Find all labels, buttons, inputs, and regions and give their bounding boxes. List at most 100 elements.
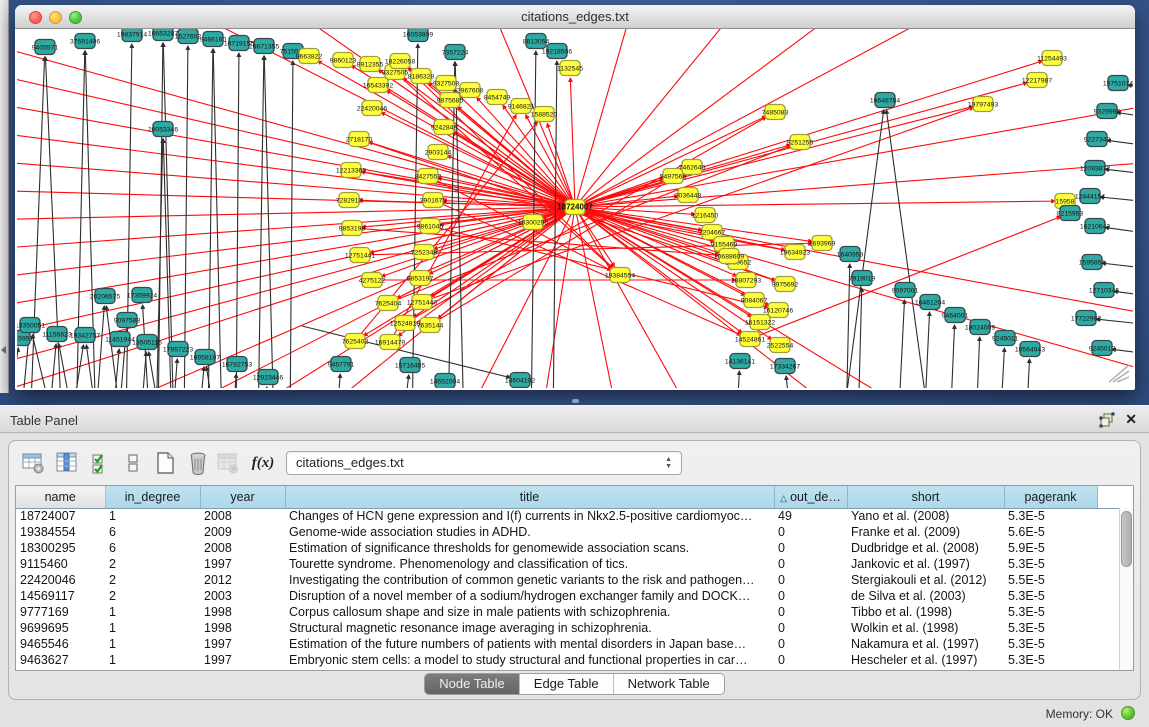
graph-node[interactable]: 9975692 — [772, 277, 799, 292]
graph-node[interactable]: 7919019 — [849, 271, 876, 286]
graph-node[interactable]: 9875685 — [437, 93, 464, 108]
float-panel-icon[interactable] — [1099, 412, 1115, 428]
graph-node[interactable]: 9097588 — [114, 313, 141, 328]
table-row[interactable]: 946554611997Estimation of the future num… — [16, 636, 1133, 652]
graph-node[interactable]: 1693969 — [809, 236, 836, 251]
column-header-name[interactable]: name — [16, 486, 105, 508]
column-header-short[interactable]: short — [847, 486, 1004, 508]
close-panel-icon[interactable]: ✕ — [1125, 411, 1137, 428]
graph-node[interactable]: 20206575 — [90, 289, 120, 304]
graph-node[interactable]: 1595854 — [1079, 255, 1106, 270]
tab-edge-table[interactable]: Edge Table — [520, 674, 614, 694]
graph-node[interactable]: 8813054 — [523, 34, 550, 49]
graph-node[interactable]: 15716485 — [395, 358, 425, 373]
graph-node[interactable]: 19797493 — [968, 97, 998, 112]
table-row[interactable]: 1830029562008Estimation of significance … — [16, 540, 1133, 556]
column-header-in_degree[interactable]: in_degree — [105, 486, 200, 508]
vertical-scrollbar[interactable] — [1119, 508, 1133, 670]
new-file-button[interactable] — [151, 449, 179, 477]
graph-node[interactable]: 2036448 — [675, 188, 702, 203]
graph-node[interactable]: 3901675 — [420, 193, 447, 208]
graph-node[interactable]: 9327508 — [433, 76, 460, 91]
graph-node[interactable]: 12217987 — [1022, 73, 1052, 88]
collapsed-control-panel-strip[interactable] — [0, 0, 9, 393]
graph-node[interactable]: 8186328 — [408, 69, 435, 84]
expand-panel-arrow-icon[interactable] — [1, 346, 6, 354]
network-table-dropdown[interactable]: citations_edges.txt ▲▼ — [286, 451, 682, 475]
graph-node[interactable]: 9146821 — [508, 99, 535, 114]
graph-node[interactable]: 9227342 — [1084, 132, 1111, 147]
graph-node[interactable]: 2718170 — [346, 132, 373, 147]
graph-node[interactable]: 7462640 — [679, 160, 706, 175]
graph-node[interactable]: 7625402 — [342, 334, 369, 349]
graph-node[interactable]: 18024009 — [965, 320, 995, 335]
graph-node[interactable]: 9245012 — [1089, 341, 1116, 356]
graph-node[interactable]: 11156823 — [42, 327, 71, 342]
graph-node[interactable]: 7625404 — [375, 296, 402, 311]
graph-node[interactable]: 19837914 — [117, 29, 147, 42]
column-chooser-button[interactable] — [53, 449, 81, 477]
graph-node[interactable]: 9457791 — [328, 357, 355, 372]
graph-node[interactable]: 9853198 — [339, 221, 366, 236]
window-titlebar[interactable]: citations_edges.txt — [15, 5, 1135, 29]
graph-node[interactable]: 10653287 — [148, 29, 178, 41]
graph-node[interactable]: 9853197 — [407, 271, 434, 286]
graph-node[interactable]: 9464001 — [942, 308, 969, 323]
network-graph-canvas[interactable]: 1595811325451216450152760215885201595854… — [17, 29, 1133, 388]
graph-node[interactable]: 14604102 — [505, 373, 535, 388]
graph-node[interactable]: 7635144 — [417, 318, 444, 333]
graph-node[interactable]: 11254493 — [1037, 51, 1067, 66]
graph-node[interactable]: 14652004 — [430, 374, 460, 389]
graph-node[interactable]: 17957223 — [163, 342, 193, 357]
graph-node[interactable]: 12093872 — [1080, 161, 1110, 176]
column-header-out_de[interactable]: △out_de… — [774, 486, 847, 508]
tab-node-table[interactable]: Node Table — [425, 674, 520, 694]
split-pane-grip[interactable] — [572, 399, 579, 403]
table-row[interactable]: 1872400712008Changes of HCN gene express… — [16, 508, 1133, 524]
graph-node[interactable]: 14524861 — [735, 332, 765, 347]
scrollbar-thumb[interactable] — [1121, 511, 1132, 567]
table-row[interactable]: 977716911998Corpus callosum shape and si… — [16, 604, 1133, 620]
graph-node[interactable]: 16914479 — [375, 335, 405, 350]
graph-node[interactable]: 9405571 — [32, 40, 59, 55]
graph-node[interactable]: 2967608 — [457, 83, 484, 98]
column-header-year[interactable]: year — [200, 486, 285, 508]
table-row[interactable]: 946362711997Embryonic stem cells: a mode… — [16, 652, 1133, 668]
graph-node[interactable]: 8427552 — [415, 169, 442, 184]
graph-node[interactable]: 7282913 — [336, 193, 363, 208]
graph-node[interactable]: 9663822 — [296, 49, 323, 64]
graph-node[interactable]: 19342757 — [70, 328, 100, 343]
graph-node[interactable]: 2522554 — [767, 338, 794, 353]
graph-node[interactable]: 7357224 — [442, 45, 469, 60]
graph-node[interactable]: 8912355 — [357, 57, 384, 72]
graph-node[interactable]: 17722982 — [1071, 311, 1101, 326]
graph-node[interactable]: 9245011 — [992, 331, 1018, 346]
graph-node[interactable]: 12751441 — [345, 248, 375, 263]
graph-node[interactable]: 16648784 — [870, 93, 900, 108]
graph-node[interactable]: 2903144 — [425, 145, 452, 160]
graph-node[interactable]: 4275122 — [359, 273, 386, 288]
tab-network-table[interactable]: Network Table — [614, 674, 724, 694]
graph-node[interactable]: 8215953 — [1057, 206, 1084, 221]
table-row[interactable]: 2242004622012Investigating the contribut… — [16, 572, 1133, 588]
graph-node[interactable]: 12444154 — [1075, 189, 1105, 204]
graph-node[interactable]: 16461204 — [915, 295, 945, 310]
graph-node[interactable]: 1588520 — [531, 107, 558, 122]
column-header-pagerank[interactable]: pagerank — [1004, 486, 1097, 508]
graph-node[interactable]: 13350051 — [17, 318, 45, 333]
graph-node[interactable]: 7485083 — [762, 105, 789, 120]
checkbox-list-button[interactable] — [119, 449, 147, 477]
graph-node[interactable]: 14136141 — [725, 354, 755, 369]
graph-node[interactable]: 9329966 — [1094, 104, 1121, 119]
graph-node[interactable]: 9861045 — [417, 219, 444, 234]
select-all-checkboxes-button[interactable] — [87, 449, 115, 477]
graph-node[interactable]: 12923446 — [253, 370, 283, 385]
graph-node[interactable]: 17334267 — [770, 359, 800, 374]
graph-node[interactable]: 16053809 — [403, 29, 433, 42]
graph-node[interactable]: 7252348 — [411, 245, 438, 260]
graph-node[interactable]: 9860123 — [330, 53, 357, 68]
delete-trash-button[interactable] — [184, 449, 212, 477]
graph-node[interactable]: 9466160 — [200, 32, 227, 47]
table-row[interactable]: 969969511998Structural magnetic resonanc… — [16, 620, 1133, 636]
graph-node[interactable]: 12524818 — [390, 316, 420, 331]
